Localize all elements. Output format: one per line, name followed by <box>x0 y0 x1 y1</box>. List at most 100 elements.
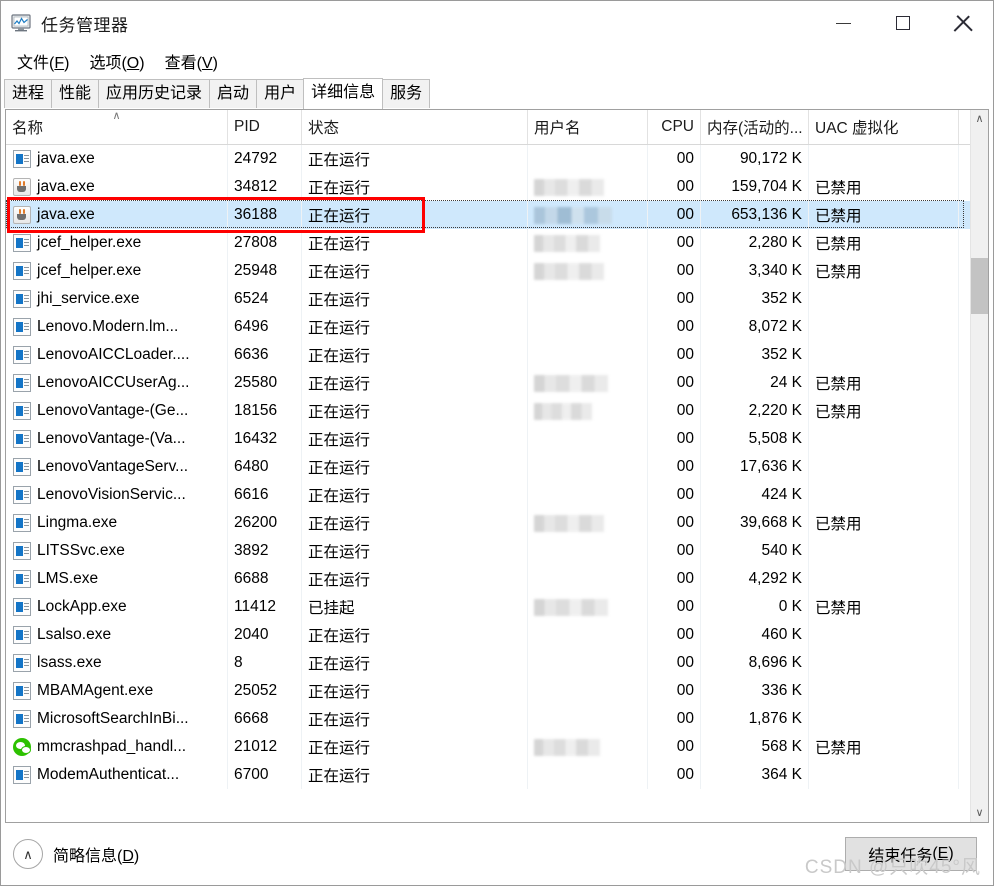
table-row[interactable]: jhi_service.exe 6524 正在运行 00 352 K <box>6 285 988 313</box>
cell-uac-virtualization <box>809 145 959 173</box>
process-name: jcef_helper.exe <box>37 234 142 251</box>
table-row[interactable]: java.exe 36188 正在运行 00 653,136 K 已禁用 <box>6 201 988 229</box>
column-header-name[interactable]: ∧ 名称 <box>6 110 228 144</box>
cell-uac-virtualization: 已禁用 <box>809 397 959 425</box>
table-row[interactable]: ModemAuthenticat... 6700 正在运行 00 364 K <box>6 761 988 789</box>
column-header-cpu[interactable]: CPU <box>648 110 701 144</box>
cell-uac-virtualization <box>809 285 959 313</box>
cell-memory: 0 K <box>701 593 809 621</box>
table-row[interactable]: LenovoVantage-(Va... 16432 正在运行 00 5,508 K <box>6 425 988 453</box>
fewer-details-button[interactable]: ∧ 简略信息(D) <box>13 839 139 869</box>
cell-pid: 6496 <box>228 313 302 341</box>
column-header-memory[interactable]: 内存(活动的... <box>701 110 809 144</box>
table-row[interactable]: java.exe 24792 正在运行 00 90,172 K <box>6 145 988 173</box>
cell-name: LenovoAICCUserAg... <box>6 369 228 397</box>
blurred-username <box>534 206 612 224</box>
cell-pid: 6688 <box>228 565 302 593</box>
blurred-username <box>534 514 604 532</box>
blurred-username <box>534 738 600 756</box>
process-name: lsass.exe <box>37 654 102 671</box>
cell-username <box>528 677 648 705</box>
title-bar-left: 任务管理器 <box>1 11 129 36</box>
end-task-button[interactable]: 结束任务(E) <box>845 837 977 871</box>
cell-memory: 90,172 K <box>701 145 809 173</box>
menu-item-view[interactable]: 查看(V) <box>157 46 226 76</box>
tab-processes[interactable]: 进程 <box>4 79 53 109</box>
cell-cpu: 00 <box>648 285 701 313</box>
cell-memory: 39,668 K <box>701 509 809 537</box>
cell-memory: 1,876 K <box>701 705 809 733</box>
cell-username <box>528 481 648 509</box>
maximize-button[interactable] <box>873 1 933 45</box>
process-name: MicrosoftSearchInBi... <box>37 710 189 727</box>
table-row[interactable]: java.exe 34812 正在运行 00 159,704 K 已禁用 <box>6 173 988 201</box>
table-row[interactable]: LITSSvc.exe 3892 正在运行 00 540 K <box>6 537 988 565</box>
cell-pid: 3892 <box>228 537 302 565</box>
table-row[interactable]: LenovoAICCUserAg... 25580 正在运行 00 24 K 已禁用 <box>6 369 988 397</box>
cell-pid: 6700 <box>228 761 302 789</box>
scrollbar-thumb[interactable] <box>971 258 988 314</box>
tab-details[interactable]: 详细信息 <box>303 78 384 109</box>
column-header-status[interactable]: 状态 <box>302 110 528 144</box>
table-row[interactable]: MicrosoftSearchInBi... 6668 正在运行 00 1,876 K <box>6 705 988 733</box>
table-row[interactable]: LenovoVantageServ... 6480 正在运行 00 17,636 K <box>6 453 988 481</box>
table-row[interactable]: jcef_helper.exe 27808 正在运行 00 2,280 K 已禁用 <box>6 229 988 257</box>
column-header-pid[interactable]: PID <box>228 110 302 144</box>
process-name: java.exe <box>37 150 95 167</box>
blurred-username <box>534 262 604 280</box>
cell-cpu: 00 <box>648 509 701 537</box>
generic-app-icon <box>13 486 31 504</box>
table-row[interactable]: Lenovo.Modern.lm... 6496 正在运行 00 8,072 K <box>6 313 988 341</box>
cell-name: jcef_helper.exe <box>6 229 228 257</box>
scroll-down-button[interactable]: ∨ <box>971 804 988 822</box>
cell-cpu: 00 <box>648 313 701 341</box>
cell-name: Lingma.exe <box>6 509 228 537</box>
menu-item-file[interactable]: 文件(F) <box>9 46 77 76</box>
table-row[interactable]: LenovoVisionServic... 6616 正在运行 00 424 K <box>6 481 988 509</box>
minimize-button[interactable] <box>813 1 873 45</box>
generic-app-icon <box>13 290 31 308</box>
column-header-username[interactable]: 用户名 <box>528 110 648 144</box>
column-header-uac-virtualization[interactable]: UAC 虚拟化 <box>809 110 959 144</box>
scroll-up-button[interactable]: ∧ <box>971 110 988 128</box>
cell-username <box>528 313 648 341</box>
cell-uac-virtualization <box>809 425 959 453</box>
table-row[interactable]: LenovoAICCLoader.... 6636 正在运行 00 352 K <box>6 341 988 369</box>
menu-item-options-mnemonic: O <box>126 55 140 72</box>
table-row[interactable]: MBAMAgent.exe 25052 正在运行 00 336 K <box>6 677 988 705</box>
table-row[interactable]: LenovoVantage-(Ge... 18156 正在运行 00 2,220 K 已禁… <box>6 397 988 425</box>
table-row[interactable]: Lsalso.exe 2040 正在运行 00 460 K <box>6 621 988 649</box>
cell-uac-virtualization <box>809 341 959 369</box>
generic-app-icon <box>13 346 31 364</box>
cell-pid: 11412 <box>228 593 302 621</box>
close-button[interactable] <box>933 1 993 45</box>
table-row[interactable]: LMS.exe 6688 正在运行 00 4,292 K <box>6 565 988 593</box>
scrollbar-track[interactable] <box>971 128 988 804</box>
cell-username <box>528 733 648 761</box>
cell-cpu: 00 <box>648 341 701 369</box>
generic-app-icon <box>13 682 31 700</box>
cell-name: LenovoVantageServ... <box>6 453 228 481</box>
cell-uac-virtualization <box>809 313 959 341</box>
table-row[interactable]: Lingma.exe 26200 正在运行 00 39,668 K 已禁用 <box>6 509 988 537</box>
vertical-scrollbar[interactable]: ∧ ∨ <box>970 110 988 822</box>
cell-name: MBAMAgent.exe <box>6 677 228 705</box>
table-row[interactable]: jcef_helper.exe 25948 正在运行 00 3,340 K 已禁用 <box>6 257 988 285</box>
tab-users[interactable]: 用户 <box>256 79 305 109</box>
status-bar: ∧ 简略信息(D) 结束任务(E) CSDN @只吹45°风 <box>1 823 993 885</box>
cell-memory: 4,292 K <box>701 565 809 593</box>
cell-memory: 8,072 K <box>701 313 809 341</box>
tab-performance[interactable]: 性能 <box>51 79 100 109</box>
tab-startup[interactable]: 启动 <box>209 79 258 109</box>
menu-item-options[interactable]: 选项(O) <box>81 46 152 76</box>
table-row[interactable]: LockApp.exe 11412 已挂起 00 0 K 已禁用 <box>6 593 988 621</box>
cell-name: LMS.exe <box>6 565 228 593</box>
cell-name: ModemAuthenticat... <box>6 761 228 789</box>
tab-app-history[interactable]: 应用历史记录 <box>98 79 211 109</box>
tab-services[interactable]: 服务 <box>382 79 431 109</box>
table-row[interactable]: lsass.exe 8 正在运行 00 8,696 K <box>6 649 988 677</box>
table-row[interactable]: mmcrashpad_handl... 21012 正在运行 00 568 K 已禁用 <box>6 733 988 761</box>
cell-pid: 34812 <box>228 173 302 201</box>
close-icon <box>955 15 971 31</box>
cell-memory: 460 K <box>701 621 809 649</box>
